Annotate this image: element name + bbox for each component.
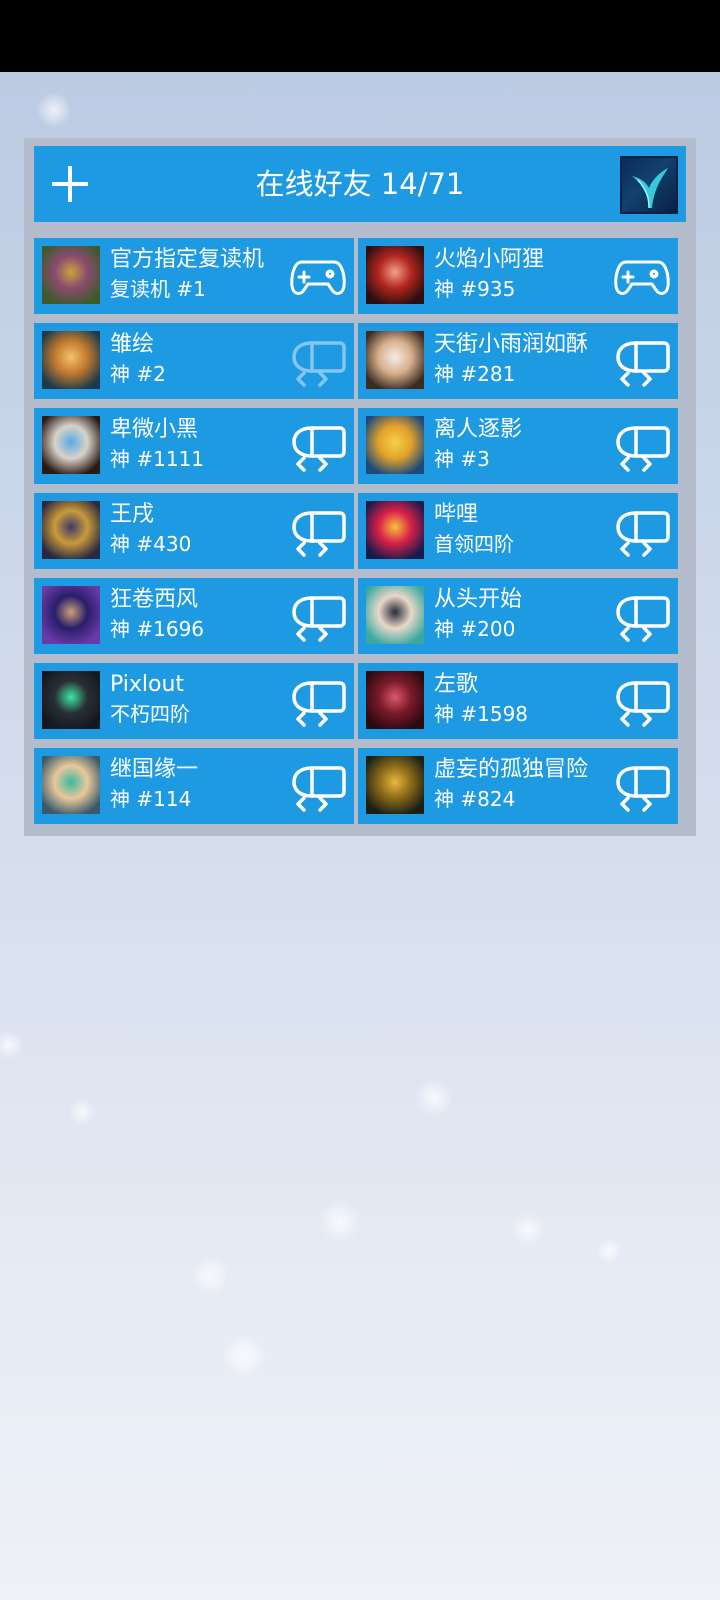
friends-list[interactable]: 官方指定复读机 复读机 #1 火焰小阿狸神 #935 雏绘神 #2 天街小雨润如酥神 #… (34, 234, 686, 828)
friend-card[interactable]: 王戌神 #430 (34, 493, 354, 569)
vr-headset-icon[interactable] (614, 422, 670, 472)
friend-avatar (366, 331, 424, 389)
friend-rank: 神 #200 (434, 617, 516, 641)
status-bar (0, 0, 720, 72)
friend-name: 天街小雨润如酥 (434, 332, 589, 357)
gamepad-icon[interactable] (614, 252, 670, 302)
friend-rank: 神 #824 (434, 787, 516, 811)
vr-headset-icon[interactable] (290, 507, 346, 557)
friend-rank: 神 #281 (434, 362, 516, 386)
friend-name: 哔哩 (434, 502, 479, 527)
vr-headset-icon[interactable] (614, 762, 670, 812)
friend-rank: 神 #2 (110, 362, 166, 386)
friend-avatar (42, 501, 100, 559)
background-sparkle (0, 1030, 24, 1060)
whale-tail-icon (632, 168, 668, 209)
online-friends-panel: 在线好友 14/71 官方指定复读机 复读机 #1 火焰小阿狸神 #935 雏绘神 #… (24, 138, 696, 836)
friend-rank: 神 #1111 (110, 447, 205, 471)
friend-rank: 神 #1598 (434, 702, 529, 726)
friend-card[interactable]: 官方指定复读机 复读机 #1 (34, 238, 354, 314)
friend-avatar (42, 671, 100, 729)
friend-rank: 神 #935 (434, 277, 516, 301)
friend-avatar (42, 331, 100, 389)
friend-avatar (42, 416, 100, 474)
friend-avatar (42, 246, 100, 304)
friend-name: 火焰小阿狸 (434, 247, 545, 272)
background-sparkle (510, 1212, 546, 1248)
vr-headset-icon[interactable] (614, 677, 670, 727)
friend-name: 离人逐影 (434, 417, 523, 442)
friend-rank: 神 #114 (110, 787, 192, 811)
friend-card[interactable]: 左歌神 #1598 (358, 663, 678, 739)
vr-headset-icon[interactable] (290, 337, 346, 387)
friend-rank: 复读机 #1 (110, 277, 206, 301)
vr-headset-icon[interactable] (614, 337, 670, 387)
friend-name: 继国缘一 (110, 757, 199, 782)
friend-avatar (366, 586, 424, 644)
gamepad-icon[interactable] (290, 252, 346, 302)
friend-card[interactable]: 狂卷西风神 #1696 (34, 578, 354, 654)
user-avatar[interactable] (620, 156, 678, 214)
background-sparkle (190, 1256, 230, 1296)
friend-name: 雏绘 (110, 332, 155, 357)
friend-card[interactable]: 火焰小阿狸神 #935 (358, 238, 678, 314)
friend-avatar (366, 671, 424, 729)
vr-headset-icon[interactable] (290, 677, 346, 727)
vr-headset-icon[interactable] (290, 592, 346, 642)
friend-name: 从头开始 (434, 587, 523, 612)
friend-avatar (42, 756, 100, 814)
vr-headset-icon[interactable] (614, 507, 670, 557)
friend-rank: 神 #3 (434, 447, 490, 471)
panel-title: 在线好友 14/71 (255, 167, 465, 201)
friend-card[interactable]: 卑微小黑神 #1111 (34, 408, 354, 484)
friend-rank: 不朽四阶 (110, 702, 190, 726)
friend-name: 官方指定复读机 (110, 247, 265, 272)
friend-name: Pixlout (110, 672, 185, 697)
friend-name: 卑微小黑 (110, 417, 199, 442)
friend-card[interactable]: 继国缘一神 #114 (34, 748, 354, 824)
friend-card[interactable]: 从头开始神 #200 (358, 578, 678, 654)
friend-rank: 首领四阶 (434, 532, 514, 556)
friend-rank: 神 #1696 (110, 617, 205, 641)
background-sparkle (36, 92, 72, 128)
friend-card[interactable]: 虚妄的孤独冒险神 #824 (358, 748, 678, 824)
background-sparkle (68, 1098, 96, 1126)
vr-headset-icon[interactable] (614, 592, 670, 642)
panel-header: 在线好友 14/71 (34, 146, 686, 222)
friend-name: 王戌 (110, 502, 155, 527)
friend-avatar (366, 756, 424, 814)
background-sparkle (414, 1078, 454, 1118)
background-sparkle (222, 1334, 266, 1378)
friend-name: 虚妄的孤独冒险 (434, 757, 589, 782)
friend-card[interactable]: 雏绘神 #2 (34, 323, 354, 399)
friend-name: 狂卷西风 (110, 587, 199, 612)
vr-headset-icon[interactable] (290, 762, 346, 812)
friend-avatar (366, 501, 424, 559)
friend-card[interactable]: 天街小雨润如酥神 #281 (358, 323, 678, 399)
friend-avatar (366, 246, 424, 304)
friend-name: 左歌 (434, 672, 479, 697)
friend-card[interactable]: 离人逐影神 #3 (358, 408, 678, 484)
friend-card[interactable]: 哔哩 首领四阶 (358, 493, 678, 569)
friend-avatar (42, 586, 100, 644)
background-sparkle (318, 1200, 362, 1244)
friend-avatar (366, 416, 424, 474)
vr-headset-icon[interactable] (290, 422, 346, 472)
friend-rank: 神 #430 (110, 532, 192, 556)
background-sparkle (596, 1238, 622, 1264)
friend-card[interactable]: Pixlout 不朽四阶 (34, 663, 354, 739)
